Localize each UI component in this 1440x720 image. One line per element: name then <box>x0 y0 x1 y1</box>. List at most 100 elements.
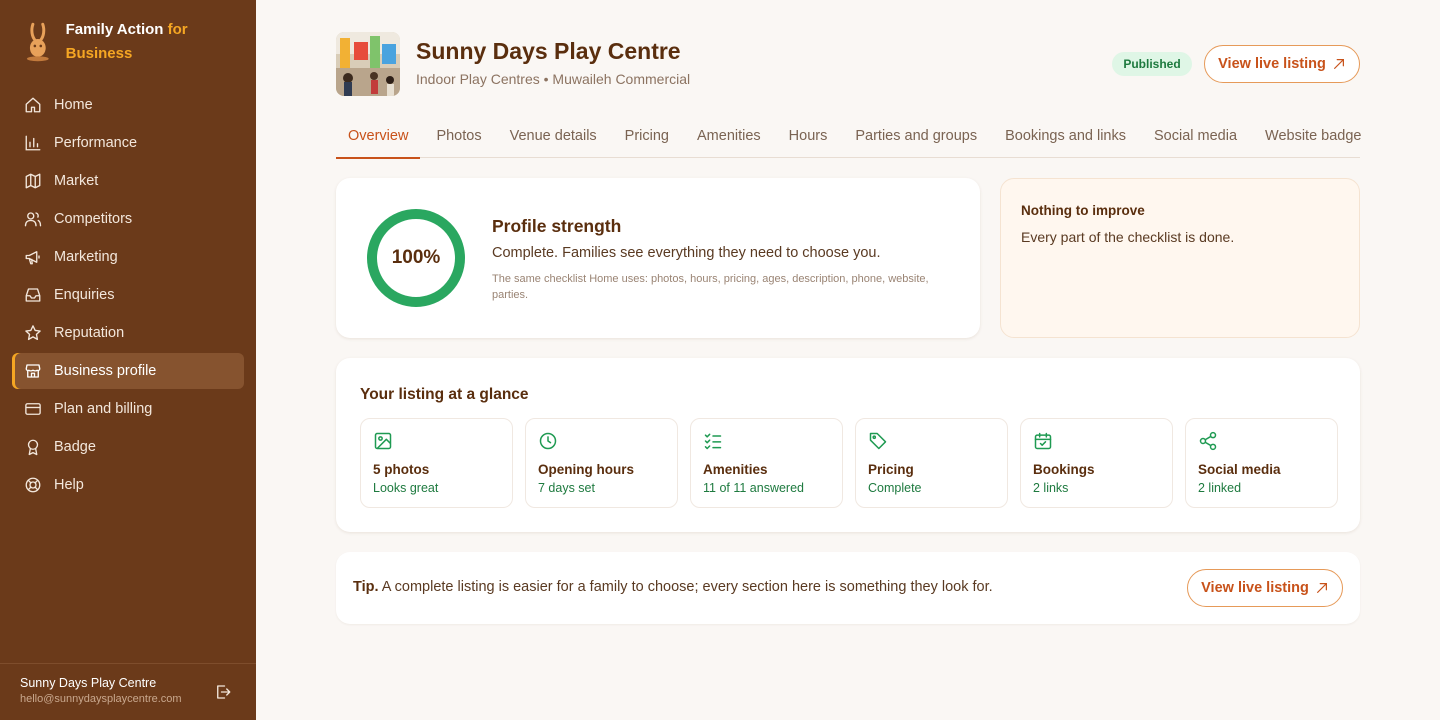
glance-label: Amenities <box>703 462 768 477</box>
glance-item-pricing[interactable]: Pricing Complete <box>855 418 1008 508</box>
sidebar: Family Action for Business Home Performa… <box>0 0 256 720</box>
image-icon <box>374 432 392 450</box>
tip-text: Tip. A complete listing is easier for a … <box>353 579 993 595</box>
glance-label: Pricing <box>868 462 914 477</box>
glance-label: Social media <box>1198 462 1281 477</box>
glance-value: 11 of 11 answered <box>703 481 804 495</box>
award-icon <box>27 439 39 456</box>
view-live-listing-label: View live listing <box>1218 56 1326 72</box>
account-footer: Sunny Days Play Centre hello@sunnydayspl… <box>0 663 256 720</box>
strength-note: The same checklist Home uses: photos, ho… <box>492 273 929 301</box>
credit-card-icon <box>25 403 41 415</box>
sidebar-item-label: Competitors <box>54 211 133 227</box>
tab-parties-and-groups[interactable]: Parties and groups <box>843 114 989 158</box>
glance-title: Your listing at a glance <box>360 386 529 403</box>
sidebar-item-label: Help <box>54 477 84 493</box>
calendar-check-icon <box>1034 432 1052 450</box>
map-icon <box>25 173 41 189</box>
sidebar-item-label: Market <box>54 173 99 189</box>
sidebar-item-label: Reputation <box>54 325 125 341</box>
sidebar-item-badge[interactable]: Badge <box>12 429 244 465</box>
tab-photos[interactable]: Photos <box>424 114 493 158</box>
view-live-listing-label: View live listing <box>1201 580 1309 596</box>
glance-item-hours[interactable]: Opening hours 7 days set <box>525 418 678 508</box>
tab-pricing[interactable]: Pricing <box>613 114 681 158</box>
strength-title: Profile strength <box>492 216 622 236</box>
sidebar-item-label: Home <box>54 97 93 113</box>
venue-thumbnail <box>336 32 400 96</box>
sidebar-item-business-profile[interactable]: Business profile <box>12 353 244 389</box>
status-badge: Published <box>1112 52 1192 76</box>
sidebar-nav: Home Performance Market Competitors Mark… <box>12 87 244 505</box>
tip-view-live-listing-button[interactable]: View live listing <box>1187 569 1343 607</box>
glance-grid: 5 photos Looks great Opening hours 7 day… <box>360 418 1338 508</box>
account-name: Sunny Days Play Centre <box>20 676 157 690</box>
sidebar-item-market[interactable]: Market <box>12 163 244 199</box>
glance-label: Opening hours <box>538 462 634 477</box>
glance-item-social-media[interactable]: Social media 2 linked <box>1185 418 1338 508</box>
tip-card: Tip. A complete listing is easier for a … <box>336 552 1360 624</box>
improve-card: Nothing to improve Every part of the che… <box>1000 178 1360 338</box>
sidebar-item-label: Business profile <box>54 363 157 379</box>
glance-value: 2 links <box>1033 481 1069 495</box>
sidebar-item-label: Badge <box>54 439 96 455</box>
page-title: Sunny Days Play Centre <box>416 38 681 64</box>
profile-tabs: Overview Photos Venue details Pricing Am… <box>336 114 1361 159</box>
sidebar-item-label: Enquiries <box>54 287 115 303</box>
page-subtitle: Indoor Play Centres • Muwaileh Commercia… <box>416 71 691 87</box>
listing-glance-card: Your listing at a glance 5 photos Looks … <box>336 358 1360 532</box>
tip-body: A complete listing is easier for a famil… <box>381 579 993 595</box>
sidebar-item-label: Marketing <box>54 249 118 265</box>
view-live-listing-button[interactable]: View live listing <box>1204 45 1360 83</box>
checklist-icon <box>704 433 722 450</box>
glance-label: Bookings <box>1033 462 1095 477</box>
sidebar-item-label: Plan and billing <box>54 401 153 417</box>
sidebar-item-performance[interactable]: Performance <box>12 125 244 161</box>
external-arrow-icon <box>1316 583 1327 593</box>
sidebar-item-plan-and-billing[interactable]: Plan and billing <box>12 391 244 427</box>
brand-title: Family Action <box>65 21 164 38</box>
tab-amenities[interactable]: Amenities <box>685 114 773 158</box>
share-icon <box>1199 431 1217 451</box>
tip-lead: Tip. <box>353 579 379 595</box>
tab-bookings-and-links[interactable]: Bookings and links <box>993 114 1138 158</box>
sidebar-item-help[interactable]: Help <box>12 467 244 503</box>
tab-overview[interactable]: Overview <box>336 114 421 159</box>
strength-description: Complete. Families see everything they n… <box>492 245 881 261</box>
tab-website-badge[interactable]: Website badge <box>1253 114 1373 158</box>
tab-venue-details[interactable]: Venue details <box>498 114 609 158</box>
megaphone-icon <box>25 251 40 265</box>
tag-icon <box>869 432 887 450</box>
profile-strength-card: 100% Profile strength Complete. Families… <box>336 178 980 338</box>
lifebuoy-icon <box>25 477 41 493</box>
sidebar-item-enquiries[interactable]: Enquiries <box>12 277 244 313</box>
star-icon <box>25 325 41 341</box>
sidebar-item-home[interactable]: Home <box>12 87 244 123</box>
external-arrow-icon <box>1333 59 1344 69</box>
tab-hours[interactable]: Hours <box>777 114 840 158</box>
rabbit-logo-icon <box>26 22 49 62</box>
improve-description: Every part of the checklist is done. <box>1021 229 1235 245</box>
brand-name: Family Action for Business <box>66 18 256 66</box>
strength-percent: 100% <box>391 247 441 268</box>
glance-value: 7 days set <box>538 481 595 495</box>
clock-icon <box>539 432 557 450</box>
store-icon <box>25 364 41 378</box>
logout-icon[interactable] <box>214 683 232 701</box>
glance-value: Looks great <box>373 481 439 495</box>
glance-item-photos[interactable]: 5 photos Looks great <box>360 418 513 508</box>
brand[interactable]: Family Action for Business <box>24 18 256 66</box>
bar-chart-icon <box>25 135 41 151</box>
account-email: hello@sunnydaysplaycentre.com <box>20 693 182 705</box>
improve-title: Nothing to improve <box>1021 203 1145 218</box>
tab-social-media[interactable]: Social media <box>1142 114 1249 158</box>
sidebar-item-marketing[interactable]: Marketing <box>12 239 244 275</box>
venue-photo <box>336 32 400 96</box>
glance-item-bookings[interactable]: Bookings 2 links <box>1020 418 1173 508</box>
inbox-icon <box>25 288 41 302</box>
sidebar-item-reputation[interactable]: Reputation <box>12 315 244 351</box>
glance-item-amenities[interactable]: Amenities 11 of 11 answered <box>690 418 843 508</box>
sidebar-item-competitors[interactable]: Competitors <box>12 201 244 237</box>
users-icon <box>24 212 42 227</box>
home-icon <box>25 97 41 113</box>
